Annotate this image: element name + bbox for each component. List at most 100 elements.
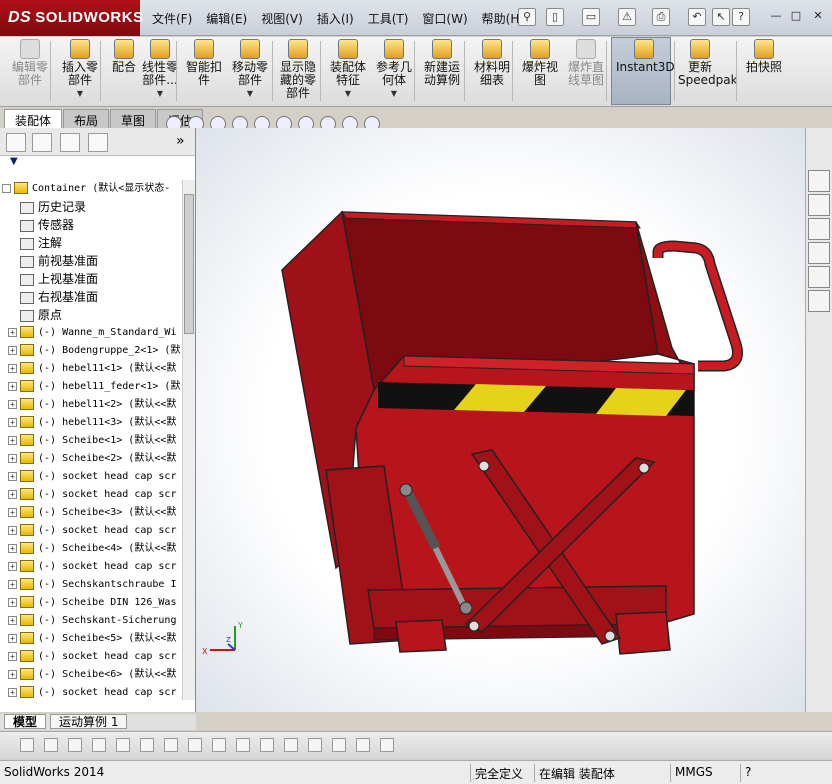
tree-part-item[interactable]: + (-) hebel11<1> (默认<<默 (0, 360, 182, 378)
help-icon[interactable]: ? (732, 8, 750, 26)
smart-fasteners-button[interactable]: 智能扣 件 (182, 39, 226, 87)
sketch-tool-icon[interactable] (164, 738, 178, 752)
bill-of-materials-button[interactable]: 材料明 细表 (470, 39, 514, 87)
sketch-tool-icon[interactable] (380, 738, 394, 752)
sketch-tool-icon[interactable] (284, 738, 298, 752)
dropdown-arrow-icon[interactable]: ▼ (372, 87, 416, 100)
expand-toggle-icon[interactable]: + (8, 345, 17, 355)
display-manager-tab-icon[interactable] (88, 133, 108, 152)
expand-toggle-icon[interactable]: + (8, 381, 17, 391)
feature-tree-tab-icon[interactable] (6, 133, 26, 152)
expand-toggle-icon[interactable]: + (8, 507, 17, 517)
expand-toggle-icon[interactable]: + (8, 669, 17, 679)
expand-toggle-icon[interactable]: + (8, 489, 17, 499)
status-help-icon[interactable]: ? (740, 764, 755, 782)
edit-component-button[interactable]: 编辑零 部件 (8, 39, 52, 87)
expand-toggle-icon[interactable]: + (8, 561, 17, 571)
expand-toggle-icon[interactable]: + (8, 579, 17, 589)
menu-item[interactable]: 工具(T) (368, 10, 409, 27)
update-speedpak-button[interactable]: 更新 Speedpak (678, 39, 738, 87)
configuration-manager-tab-icon[interactable] (60, 133, 80, 152)
expand-toggle-icon[interactable]: + (8, 687, 17, 697)
expand-toggle-icon[interactable]: + (8, 633, 17, 643)
sketch-tool-icon[interactable] (140, 738, 154, 752)
reference-geometry-button[interactable]: 参考几 何体 ▼ (372, 39, 416, 100)
show-hidden-components-button[interactable]: 显示隐 藏的零 部件 (276, 39, 320, 100)
tree-part-item[interactable]: + (-) Scheibe<2> (默认<<默 (0, 450, 182, 468)
home-icon[interactable] (808, 170, 830, 192)
expand-toggle-icon[interactable]: + (8, 327, 17, 337)
tree-part-item[interactable]: + (-) Scheibe DIN 126_Was (0, 594, 182, 612)
tree-part-item[interactable]: + (-) Scheibe<1> (默认<<默 (0, 432, 182, 450)
tree-system-item[interactable]: 右视基准面 (0, 288, 182, 306)
menu-item[interactable]: 文件(F) (152, 10, 192, 27)
sketch-tool-icon[interactable] (188, 738, 202, 752)
tree-scrollbar[interactable] (182, 180, 195, 700)
model-tab-1[interactable]: 运动算例 1 (50, 714, 128, 729)
graphics-area[interactable] (196, 128, 805, 712)
tab-1[interactable]: 布局 (63, 109, 110, 128)
hopper-model[interactable] (196, 128, 805, 712)
undo-icon[interactable]: ↶ (688, 8, 706, 26)
tree-part-item[interactable]: + (-) socket head cap scr (0, 486, 182, 504)
appearances-icon[interactable] (808, 266, 830, 288)
sketch-tool-icon[interactable] (260, 738, 274, 752)
insert-components-button[interactable]: 插入零 部件 ▼ (58, 39, 102, 100)
tree-system-item[interactable]: 注解 (0, 234, 182, 252)
menu-item[interactable]: 视图(V) (261, 10, 303, 27)
sketch-tool-icon[interactable] (68, 738, 82, 752)
tree-system-item[interactable]: 上视基准面 (0, 270, 182, 288)
select-arrow-icon[interactable]: ↖ (712, 8, 730, 26)
filter-icon[interactable]: ▼ (0, 156, 195, 170)
sketch-tool-icon[interactable] (332, 738, 346, 752)
view-palette-icon[interactable] (808, 242, 830, 264)
tree-part-item[interactable]: + (-) Scheibe<5> (默认<<默 (0, 630, 182, 648)
tree-system-item[interactable]: 原点 (0, 306, 182, 324)
take-snapshot-button[interactable]: 拍快照 (742, 39, 786, 74)
tree-part-item[interactable]: + (-) Bodengruppe_2<1> (默 (0, 342, 182, 360)
tree-part-item[interactable]: + (-) Scheibe<4> (默认<<默 (0, 540, 182, 558)
custom-properties-icon[interactable] (808, 290, 830, 312)
tab-2[interactable]: 草图 (110, 109, 157, 128)
rebuild-warning-icon[interactable]: ⚠ (618, 8, 636, 26)
new-motion-study-button[interactable]: 新建运 动算例 (420, 39, 464, 87)
tree-part-item[interactable]: + (-) socket head cap scr (0, 684, 182, 702)
sketch-tool-icon[interactable] (20, 738, 34, 752)
tree-system-item[interactable]: 前视基准面 (0, 252, 182, 270)
expand-toggle-icon[interactable]: + (8, 435, 17, 445)
model-tab-0[interactable]: 模型 (4, 714, 47, 729)
pushpin-icon[interactable]: ⚲ (518, 8, 536, 26)
sketch-tool-icon[interactable] (212, 738, 226, 752)
tree-part-item[interactable]: + (-) Scheibe<6> (默认<<默 (0, 666, 182, 684)
tree-part-item[interactable]: + (-) Scheibe<3> (默认<<默 (0, 504, 182, 522)
tree-part-item[interactable]: + (-) hebel11_feder<1> (默 (0, 378, 182, 396)
file-explorer-icon[interactable] (808, 218, 830, 240)
sketch-tool-icon[interactable] (44, 738, 58, 752)
dropdown-arrow-icon[interactable]: ▼ (58, 87, 102, 100)
tree-part-item[interactable]: + (-) socket head cap scr (0, 468, 182, 486)
tree-part-item[interactable]: + (-) Sechskantschraube I (0, 576, 182, 594)
tab-0[interactable]: 装配体 (4, 109, 63, 128)
tree-part-item[interactable]: + (-) Sechskant-Sicherung (0, 612, 182, 630)
expand-toggle-icon[interactable]: + (8, 453, 17, 463)
menu-item[interactable]: 窗口(W) (422, 10, 467, 27)
tree-part-item[interactable]: + (-) Wanne_m_Standard_Wi (0, 324, 182, 342)
tree-root-assembly[interactable]: Container (默认<显示状态- (0, 180, 182, 198)
sketch-tool-icon[interactable] (356, 738, 370, 752)
expand-toggle-icon[interactable]: + (8, 543, 17, 553)
minimize-button[interactable]: — (768, 9, 784, 23)
tree-part-item[interactable]: + (-) hebel11<2> (默认<<默 (0, 396, 182, 414)
scrollbar-thumb[interactable] (184, 194, 194, 334)
tree-system-item[interactable]: 历史记录 (0, 198, 182, 216)
status-units[interactable]: MMGS (670, 764, 717, 782)
expand-toggle-icon[interactable]: + (8, 615, 17, 625)
move-component-button[interactable]: 移动零 部件 ▼ (228, 39, 272, 100)
sketch-tool-icon[interactable] (308, 738, 322, 752)
instant3d-button[interactable]: Instant3D (616, 39, 675, 74)
expand-toggle-icon[interactable]: + (8, 597, 17, 607)
menu-item[interactable]: 插入(I) (317, 10, 354, 27)
expand-chevron-icon[interactable]: » (176, 133, 196, 152)
expand-toggle-icon[interactable]: + (8, 363, 17, 373)
sketch-tool-icon[interactable] (116, 738, 130, 752)
dropdown-arrow-icon[interactable]: ▼ (228, 87, 272, 100)
